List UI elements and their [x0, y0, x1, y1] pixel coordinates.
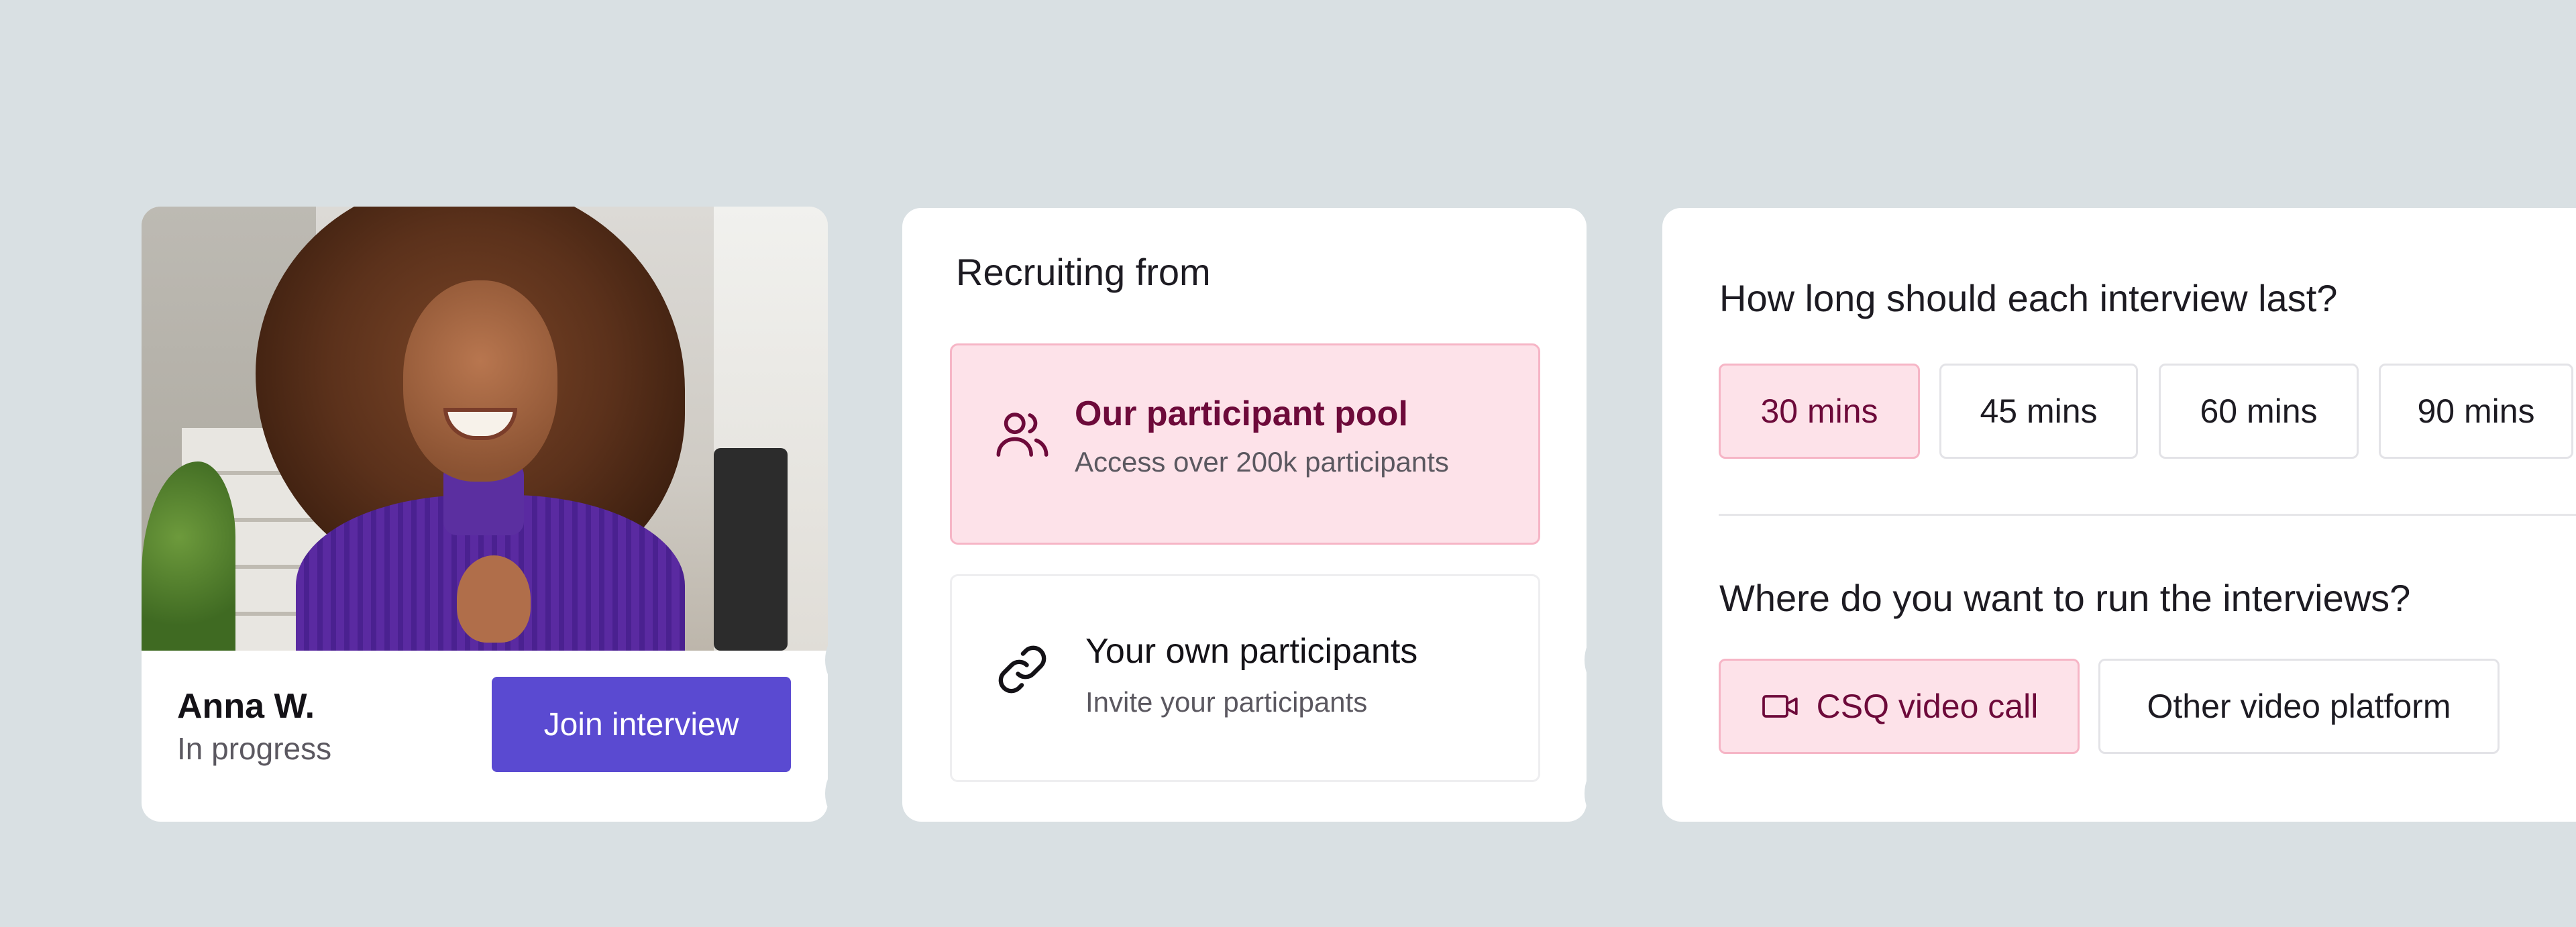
connector-notch — [825, 620, 904, 700]
option-subtitle: Access over 200k participants — [1075, 446, 1449, 478]
csq-video-call-button[interactable]: CSQ video call — [1719, 659, 2080, 754]
participant-photo — [142, 207, 828, 651]
participant-card: Anna W. In progress Join interview — [142, 207, 828, 822]
link-icon — [998, 645, 1046, 694]
location-question: Where do you want to run the interviews? — [1719, 577, 2411, 619]
divider — [1719, 514, 2576, 516]
participant-status: In progress — [177, 731, 332, 766]
duration-question: How long should each interview last? — [1719, 277, 2338, 319]
option-title: Your own participants — [1085, 632, 1418, 671]
recruiting-title: Recruiting from — [956, 251, 1211, 293]
video-camera-icon — [1762, 695, 1798, 718]
participant-name: Anna W. — [177, 687, 315, 726]
users-icon — [996, 413, 1049, 457]
duration-45-button[interactable]: 45 mins — [1939, 364, 2138, 459]
option-own-participants[interactable]: Your own participants Invite your partic… — [950, 574, 1540, 782]
join-interview-button[interactable]: Join interview — [492, 677, 791, 772]
csq-video-call-label: CSQ video call — [1816, 688, 2039, 725]
connector-notch — [1585, 754, 1664, 833]
connector-notch — [1585, 620, 1664, 700]
option-subtitle: Invite your participants — [1085, 686, 1368, 718]
connector-notch — [825, 754, 904, 833]
recruiting-card: Recruiting from Our participant pool Acc… — [902, 208, 1587, 822]
option-participant-pool[interactable]: Our participant pool Access over 200k pa… — [950, 343, 1540, 545]
interview-settings-card: How long should each interview last? 30 … — [1662, 208, 2576, 822]
duration-30-button[interactable]: 30 mins — [1719, 364, 1920, 459]
duration-60-button[interactable]: 60 mins — [2159, 364, 2359, 459]
option-title: Our participant pool — [1075, 394, 1408, 433]
duration-90-button[interactable]: 90 mins — [2379, 364, 2573, 459]
other-video-platform-button[interactable]: Other video platform — [2098, 659, 2500, 754]
